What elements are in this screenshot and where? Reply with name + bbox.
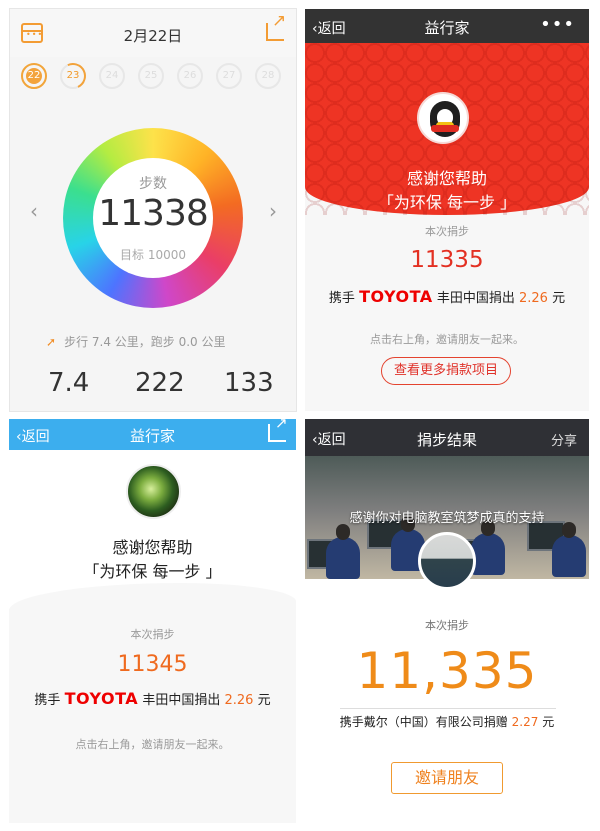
toyota-logo: TOYOTA: [359, 287, 433, 306]
day-selector: 22 23 24 25 26 27 28: [21, 63, 291, 91]
donated-steps: 11345: [117, 652, 188, 677]
sponsor-line: 携手戴尔（中国）有限公司捐赠 2.27 元: [339, 715, 555, 729]
share-icon[interactable]: [268, 419, 288, 442]
steps-progress-ring: 步数 11338 目标 10000: [63, 128, 243, 308]
steps-summary-screen: 2月22日 22 23 24 25 26 27 28 ‹ 步数 11338 目标…: [9, 8, 297, 412]
sponsor-line: 携手 TOYOTA 丰田中国捐出 2.26 元: [328, 287, 566, 306]
more-options-icon[interactable]: •••: [540, 14, 575, 35]
next-day-arrow-icon[interactable]: ›: [269, 199, 277, 223]
day-23[interactable]: 23: [60, 63, 86, 89]
donation-label: 本次捐步: [425, 619, 469, 632]
share-icon[interactable]: [266, 13, 286, 41]
thank-you-banner: 感谢您帮助 「为环保 每一步 」: [305, 43, 589, 215]
date-header: 2月22日: [10, 9, 296, 57]
penguin-avatar-icon: [417, 92, 469, 144]
donation-label: 本次捐步: [425, 225, 469, 238]
steps-label: 步数: [139, 176, 167, 192]
shoe-icon: ➚: [46, 335, 57, 349]
invite-hint: 点击右上角，邀请朋友一起来。: [75, 738, 230, 751]
donated-steps: 11,335: [356, 642, 538, 700]
distance-summary: ➚ 步行 7.4 公里，跑步 0.0 公里: [46, 335, 226, 349]
day-25[interactable]: 25: [138, 63, 164, 89]
day-28[interactable]: 28: [255, 63, 281, 89]
date-title: 2月22日: [123, 27, 183, 45]
donation-label: 本次捐步: [130, 628, 175, 641]
plant-avatar-icon: [126, 464, 181, 519]
stat-minutes: 133: [224, 368, 274, 398]
thank-you-message: 感谢您帮助 「为环保 每一步 」: [377, 169, 517, 212]
top-navigation-bar: ‹返回 捐步结果 分享: [305, 419, 589, 456]
previous-day-arrow-icon[interactable]: ‹: [30, 199, 38, 223]
toyota-logo: TOYOTA: [64, 689, 139, 708]
steps-target: 目标 10000: [120, 248, 186, 262]
day-27[interactable]: 27: [216, 63, 242, 89]
day-24[interactable]: 24: [99, 63, 125, 89]
daily-stats: 7.4 222 133: [48, 368, 274, 408]
view-more-projects-button[interactable]: 查看更多捐款项目: [381, 357, 511, 385]
dell-donation-result-screen: ‹返回 捐步结果 分享 感谢你对电脑教室筑梦成真的支持 本次捐步 11,335 …: [305, 419, 589, 823]
blue-donation-result-screen: ‹返回 益行家 感谢您帮助 「为环保 每一步 」 本次捐步 11345 携手 T…: [9, 419, 296, 823]
top-navigation-bar: ‹返回 益行家: [9, 419, 296, 450]
page-title: 益行家: [129, 427, 175, 445]
page-title: 捐步结果: [416, 431, 477, 449]
invite-hint: 点击右上角，邀请朋友一起来。: [370, 333, 524, 346]
stat-calories: 222: [135, 368, 185, 398]
red-donation-result-screen: ‹返回 益行家 ••• 感谢您帮助 「为环保 每一步 」 本次捐步 11335 …: [305, 9, 589, 411]
steps-count: 11338: [98, 193, 209, 234]
photo-caption: 感谢你对电脑教室筑梦成真的支持: [349, 511, 545, 526]
top-navigation-bar: ‹返回 益行家 •••: [305, 9, 589, 43]
day-26[interactable]: 26: [177, 63, 203, 89]
donated-steps: 11335: [410, 247, 484, 273]
profile-photo: [418, 532, 476, 590]
thank-you-message: 感谢您帮助 「为环保 每一步 」: [83, 538, 222, 581]
share-button[interactable]: 分享: [551, 430, 577, 449]
sponsor-line: 携手 TOYOTA 丰田中国捐出 2.26 元: [34, 689, 271, 708]
day-22[interactable]: 22: [21, 63, 47, 89]
stat-distance: 7.4: [48, 368, 90, 398]
invite-friends-button[interactable]: 邀请朋友: [391, 762, 503, 794]
